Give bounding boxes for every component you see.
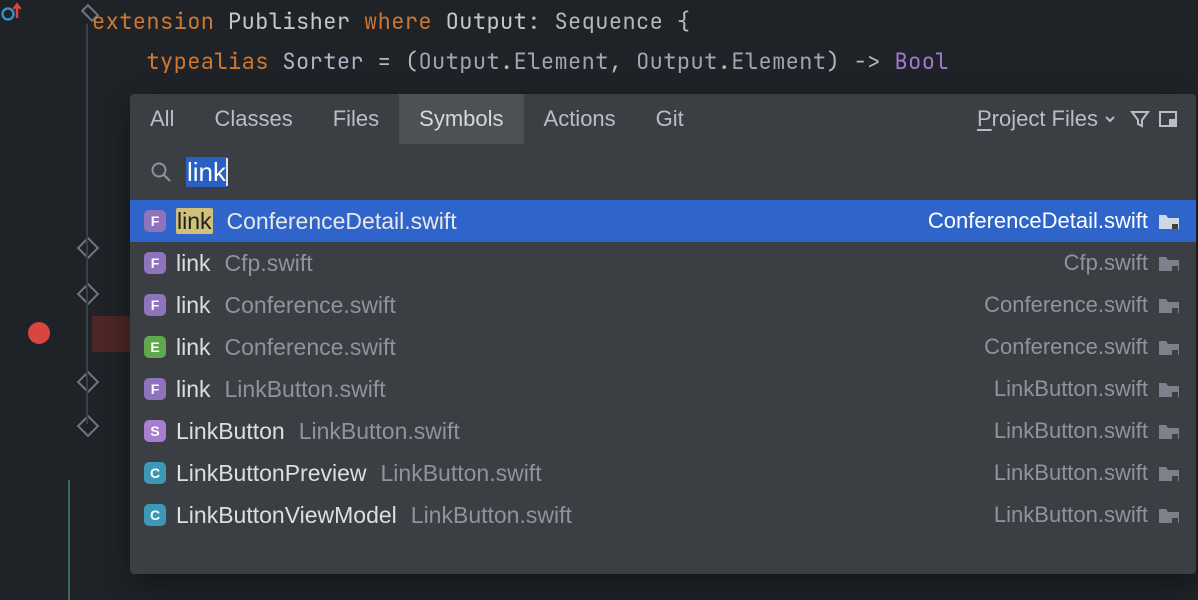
folder-icon: [1158, 422, 1180, 440]
result-kind-badge: F: [144, 378, 166, 400]
folder-icon: [1158, 212, 1180, 230]
result-context: LinkButton.swift: [381, 460, 542, 487]
search-result-row[interactable]: Flink Cfp.swift Cfp.swift: [130, 242, 1196, 284]
result-context: ConferenceDetail.swift: [227, 208, 457, 235]
fold-marker-icon[interactable]: [80, 374, 96, 390]
result-context: LinkButton.swift: [225, 376, 386, 403]
result-location: ConferenceDetail.swift: [928, 208, 1148, 234]
tab-classes[interactable]: Classes: [194, 94, 312, 144]
result-match: link: [176, 208, 213, 235]
search-icon: [150, 161, 172, 183]
code-token: .: [718, 47, 732, 76]
tab-git[interactable]: Git: [636, 94, 704, 144]
text-caret: [226, 158, 228, 186]
breakpoint-line-highlight: [92, 316, 130, 352]
search-tabs: All Classes Files Symbols Actions Git Pr…: [130, 94, 1196, 144]
scope-label-rest: roject Files: [992, 106, 1098, 131]
result-location: LinkButton.swift: [994, 376, 1148, 402]
result-kind-badge: C: [144, 462, 166, 484]
code-token: where: [364, 7, 446, 36]
code-token: Element: [514, 47, 609, 76]
search-input[interactable]: link: [186, 157, 228, 188]
editor-gutter: [0, 0, 92, 600]
search-result-row[interactable]: C LinkButtonPreview LinkButton.swift LinkBu…: [130, 452, 1196, 494]
result-context: Conference.swift: [225, 334, 396, 361]
result-location: LinkButton.swift: [994, 460, 1148, 486]
code-token: Bool: [895, 47, 949, 76]
search-input-row: link: [130, 144, 1196, 200]
search-result-row[interactable]: Flink ConferenceDetail.swift ConferenceDet…: [130, 200, 1196, 242]
fold-marker-icon[interactable]: [80, 240, 96, 256]
code-token: ) ->: [826, 47, 894, 76]
code-token: extension: [92, 7, 228, 36]
result-kind-badge: S: [144, 420, 166, 442]
chevron-down-icon: [1104, 113, 1116, 125]
tab-all[interactable]: All: [130, 94, 194, 144]
search-result-row[interactable]: C LinkButtonViewModel LinkButton.swift Link…: [130, 494, 1196, 536]
folder-icon: [1158, 338, 1180, 356]
editor-code[interactable]: extension Publisher where Output: Sequen…: [92, 0, 1198, 82]
folder-icon: [1158, 296, 1180, 314]
code-token: typealias: [146, 47, 282, 76]
result-match: LinkButtonViewModel: [176, 502, 397, 529]
result-match: LinkButtonPreview: [176, 460, 367, 487]
code-token: Output: [636, 47, 718, 76]
search-result-row[interactable]: Elink Conference.swift Conference.swift: [130, 326, 1196, 368]
fold-marker-icon[interactable]: [80, 286, 96, 302]
search-result-row[interactable]: Flink Conference.swift Conference.swift: [130, 284, 1196, 326]
result-kind-badge: E: [144, 336, 166, 358]
code-indent: [92, 47, 146, 76]
code-token: ,: [609, 47, 636, 76]
code-token: Sorter: [282, 47, 364, 76]
result-match: LinkButton: [176, 418, 285, 445]
code-token: Publisher: [228, 7, 364, 36]
scope-mnemonic: P: [977, 106, 992, 131]
result-location: Conference.swift: [984, 292, 1148, 318]
scope-selector[interactable]: Project Files: [967, 106, 1126, 132]
breakpoint-icon[interactable]: [28, 322, 50, 344]
folder-icon: [1158, 380, 1180, 398]
search-result-row[interactable]: Flink LinkButton.swift LinkButton.swift: [130, 368, 1196, 410]
result-kind-badge: F: [144, 210, 166, 232]
folder-icon: [1158, 464, 1180, 482]
search-query-text: link: [186, 157, 227, 187]
folder-icon: [1158, 506, 1180, 524]
result-location: Cfp.swift: [1064, 250, 1148, 276]
code-token: Output: [418, 47, 500, 76]
folder-icon: [1158, 254, 1180, 272]
result-context: Conference.swift: [225, 292, 396, 319]
code-token: : Sequence {: [527, 7, 690, 36]
result-match: link: [176, 376, 211, 403]
result-context: LinkButton.swift: [411, 502, 572, 529]
search-result-row[interactable]: S LinkButton LinkButton.swift LinkButton.sw…: [130, 410, 1196, 452]
result-location: Conference.swift: [984, 334, 1148, 360]
code-token: Element: [731, 47, 826, 76]
result-kind-badge: F: [144, 252, 166, 274]
tab-files[interactable]: Files: [313, 94, 399, 144]
result-context: Cfp.swift: [225, 250, 313, 277]
tab-symbols[interactable]: Symbols: [399, 94, 523, 144]
result-kind-badge: F: [144, 294, 166, 316]
code-token: = (: [364, 47, 418, 76]
result-match: link: [176, 334, 211, 361]
result-location: LinkButton.swift: [994, 502, 1148, 528]
fold-marker-icon[interactable]: [80, 418, 96, 434]
code-token: .: [500, 47, 514, 76]
open-in-tool-window-icon[interactable]: [1154, 94, 1182, 144]
result-match: link: [176, 250, 211, 277]
result-match: link: [176, 292, 211, 319]
search-results-list: Flink ConferenceDetail.swift ConferenceDet…: [130, 200, 1196, 536]
result-context: LinkButton.swift: [299, 418, 460, 445]
tab-actions[interactable]: Actions: [524, 94, 636, 144]
search-everywhere-popup: All Classes Files Symbols Actions Git Pr…: [130, 94, 1196, 574]
result-kind-badge: C: [144, 504, 166, 526]
result-location: LinkButton.swift: [994, 418, 1148, 444]
code-token: Output: [446, 7, 528, 36]
override-marker-icon[interactable]: [0, 0, 92, 24]
filter-icon[interactable]: [1126, 94, 1154, 144]
